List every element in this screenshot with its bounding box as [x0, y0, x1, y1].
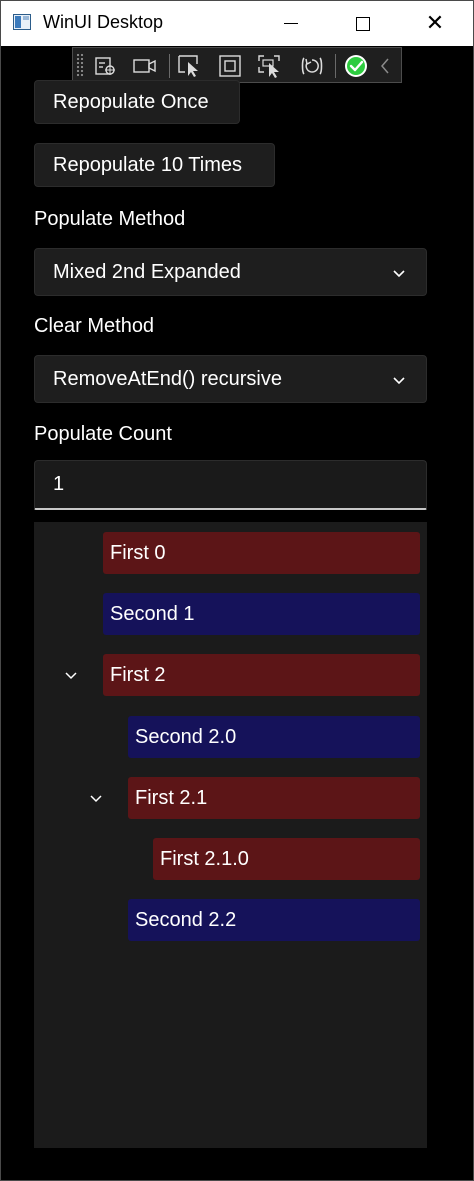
window-title: WinUI Desktop	[43, 12, 164, 32]
chevron-down-icon	[392, 263, 406, 286]
app-window: WinUI Desktop ✕ Repopulate Once Repopula…	[0, 0, 474, 1181]
live-visual-tree-icon[interactable]	[92, 53, 118, 79]
chevron-down-icon[interactable]	[61, 665, 81, 685]
tree-item-label: First 0	[110, 541, 166, 564]
clear-method-label: Clear Method	[34, 315, 155, 337]
display-layout-adorners-icon[interactable]	[217, 53, 243, 79]
clear-method-combobox[interactable]: RemoveAtEnd() recursive	[34, 355, 427, 403]
chevron-down-icon[interactable]	[86, 788, 106, 808]
tree-item[interactable]: Second 1	[103, 593, 420, 635]
repopulate-10-times-button[interactable]: Repopulate 10 Times	[34, 143, 275, 187]
hot-reload-icon[interactable]	[299, 53, 325, 79]
tree-item[interactable]: First 2	[103, 654, 420, 696]
populate-count-input[interactable]	[35, 461, 426, 508]
chevron-down-icon	[392, 370, 406, 393]
xaml-debug-toolbar	[72, 47, 402, 83]
tree-item-label: First 2	[110, 663, 166, 686]
tree-item-label: Second 2.2	[135, 908, 237, 931]
binding-check-icon[interactable]	[343, 53, 369, 79]
tree-view[interactable]: First 0 Second 1 First 2 Second 2.0 First 2.…	[34, 522, 427, 1148]
repopulate-once-button[interactable]: Repopulate Once	[34, 80, 240, 124]
populate-count-label: Populate Count	[34, 423, 172, 445]
populate-method-value: Mixed 2nd Expanded	[53, 261, 241, 283]
populate-method-combobox[interactable]: Mixed 2nd Expanded	[34, 248, 427, 296]
toolbar-grip[interactable]	[76, 53, 84, 77]
populate-count-field[interactable]	[34, 460, 427, 510]
maximize-icon	[356, 16, 370, 31]
tree-item-label: Second 2.0	[135, 725, 237, 748]
tree-item[interactable]: First 0	[103, 532, 420, 574]
record-icon[interactable]	[132, 53, 158, 79]
tree-item[interactable]: Second 2.0	[128, 716, 420, 758]
tree-item[interactable]: Second 2.2	[128, 899, 420, 941]
tree-item[interactable]: First 2.1	[128, 777, 420, 819]
populate-method-label: Populate Method	[34, 208, 186, 230]
tree-item-label: Second 1	[110, 602, 195, 625]
tree-item-label: First 2.1	[135, 786, 208, 809]
maximize-button[interactable]	[327, 1, 399, 46]
tree-item[interactable]: First 2.1.0	[153, 838, 420, 880]
app-icon	[13, 14, 31, 30]
minimize-icon	[284, 23, 298, 24]
select-element-icon[interactable]	[177, 53, 203, 79]
track-focus-icon[interactable]	[257, 53, 283, 79]
close-button[interactable]: ✕	[399, 1, 471, 46]
close-icon: ✕	[425, 10, 445, 36]
minimize-button[interactable]	[255, 1, 327, 46]
collapse-toolbar-icon[interactable]	[375, 53, 395, 79]
title-bar[interactable]: WinUI Desktop ✕	[1, 1, 473, 46]
clear-method-value: RemoveAtEnd() recursive	[53, 368, 282, 390]
tree-item-label: First 2.1.0	[160, 847, 249, 870]
